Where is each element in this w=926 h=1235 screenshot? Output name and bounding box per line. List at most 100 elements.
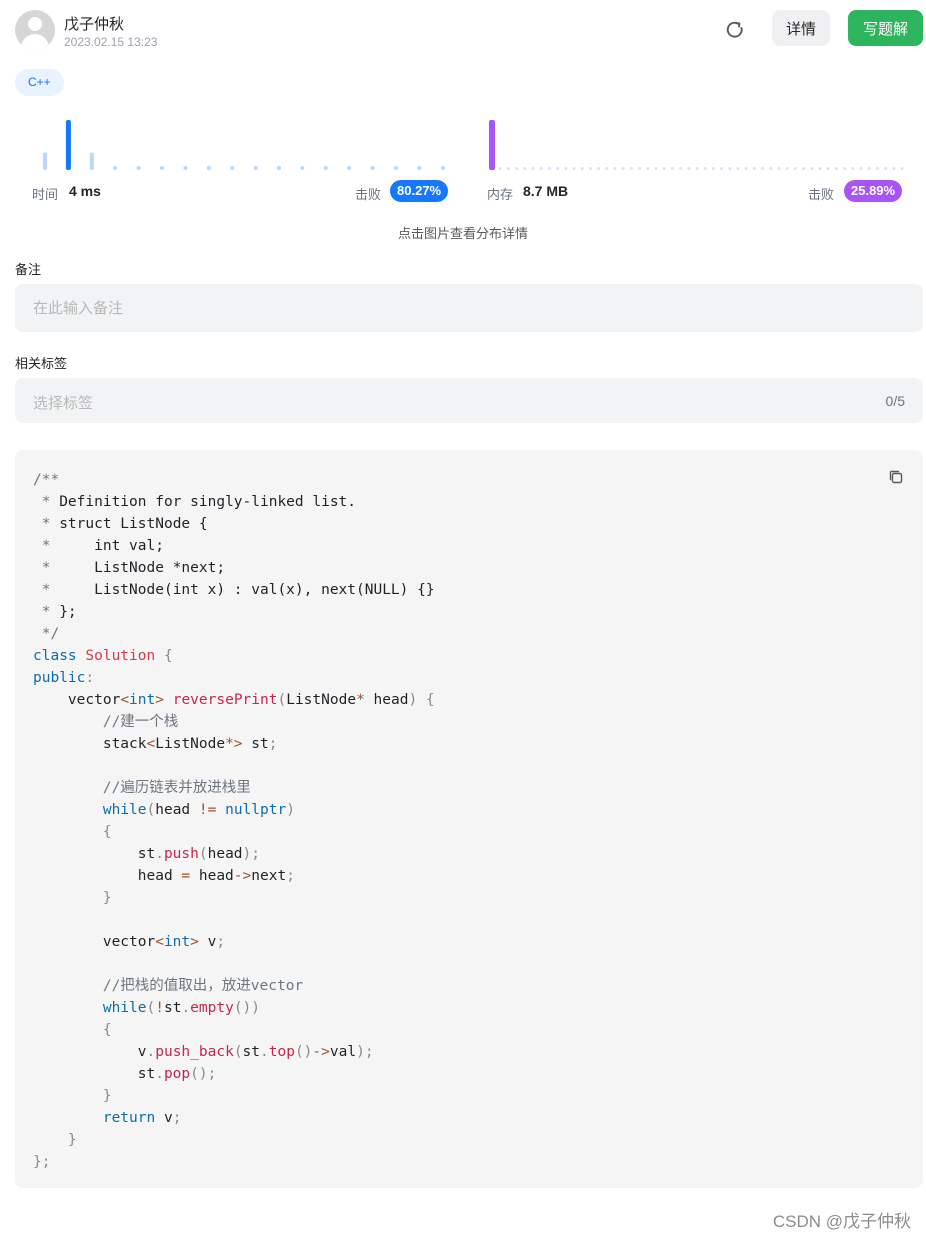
tag-select-placeholder: 选择标签 xyxy=(33,395,94,412)
memory-distribution-bar xyxy=(793,167,797,170)
memory-beat-label: 击败 xyxy=(808,187,835,202)
memory-distribution-bar xyxy=(744,167,748,170)
time-distribution-bar xyxy=(206,166,211,170)
refresh-button[interactable] xyxy=(723,18,747,42)
time-distribution-bar xyxy=(300,166,305,170)
memory-value: 8.7 MB xyxy=(523,183,569,199)
author-name[interactable]: 戊子仲秋 xyxy=(64,13,124,34)
time-distribution-bar xyxy=(394,166,398,170)
time-distribution-bar xyxy=(113,166,118,170)
time-distribution-bar xyxy=(89,152,94,170)
memory-distribution-bar xyxy=(687,167,691,170)
performance-distribution-chart[interactable]: 时间 4 ms 击败 80.27% 内存 8.7 MB 击败 25.89% xyxy=(15,105,908,215)
memory-distribution-bar xyxy=(728,167,732,170)
time-distribution-bar xyxy=(160,166,164,170)
time-distribution-bar xyxy=(230,166,235,170)
memory-distribution-bar xyxy=(867,167,871,170)
memory-distribution-bar xyxy=(605,167,609,170)
memory-distribution-bar xyxy=(769,167,773,170)
time-beat-badge: 80.27% xyxy=(390,180,449,202)
post-time: 2023.02.15 13:23 xyxy=(64,35,158,49)
copy-icon xyxy=(889,470,903,484)
memory-distribution-bar xyxy=(539,167,543,170)
memory-distribution-bar xyxy=(629,167,633,170)
memory-distribution-bar xyxy=(564,167,568,170)
memory-distribution-bar xyxy=(662,167,666,170)
memory-distribution-bar xyxy=(654,167,658,170)
memory-distribution-bar xyxy=(498,167,502,170)
memory-distribution-bar xyxy=(818,167,822,170)
time-beat-label: 击败 xyxy=(355,187,382,202)
memory-distribution-bar xyxy=(859,167,863,170)
copy-code-button[interactable] xyxy=(887,468,905,486)
memory-distribution-bar xyxy=(851,167,855,170)
tag-select[interactable]: 选择标签 0/5 xyxy=(15,378,923,423)
time-distribution-bar xyxy=(347,166,352,170)
chart-hint: 点击图片查看分布详情 xyxy=(397,226,528,241)
language-tag: C++ xyxy=(15,69,64,96)
time-distribution-bar xyxy=(253,166,258,170)
memory-distribution-bar xyxy=(679,167,683,170)
memory-distribution-bar xyxy=(547,167,551,170)
memory-beat-badge: 25.89% xyxy=(844,180,903,202)
memory-distribution-bar xyxy=(777,167,781,170)
memory-distribution-bar xyxy=(843,167,847,170)
time-distribution-bar xyxy=(43,152,47,170)
memory-distribution-bar xyxy=(711,167,715,170)
memory-distribution-bar xyxy=(720,167,724,170)
tags-label: 相关标签 xyxy=(15,356,68,371)
memory-distribution-bar xyxy=(580,167,584,170)
memory-distribution-bar xyxy=(875,167,879,170)
memory-distribution-bar xyxy=(572,167,576,170)
refresh-icon xyxy=(726,21,743,38)
memory-distribution-bar xyxy=(597,167,601,170)
memory-distribution-bar xyxy=(646,167,650,170)
memory-distribution-bar xyxy=(884,167,888,170)
code-content[interactable]: /** * Definition for singly-linked list.… xyxy=(33,469,435,1173)
memory-distribution-bar xyxy=(531,167,535,170)
memory-distribution-bar xyxy=(695,167,699,170)
note-label: 备注 xyxy=(15,262,42,277)
memory-distribution-bar xyxy=(556,167,560,170)
time-distribution-bar xyxy=(183,166,188,170)
csdn-watermark: CSDN @戊子仲秋 xyxy=(772,1212,911,1231)
time-distribution-bar xyxy=(417,166,422,170)
memory-distribution-bar xyxy=(621,167,625,170)
memory-distribution-bar xyxy=(752,167,756,170)
distribution-chart-svg xyxy=(43,120,904,170)
memory-distribution-bar xyxy=(826,167,830,170)
time-value: 4 ms xyxy=(69,183,101,199)
detail-button[interactable]: 详情 xyxy=(772,10,830,46)
write-solution-button[interactable]: 写题解 xyxy=(848,10,923,46)
time-distribution-bar xyxy=(323,166,328,170)
code-block: /** * Definition for singly-linked list.… xyxy=(15,450,923,1188)
tag-count: 0/5 xyxy=(885,393,905,409)
avatar[interactable] xyxy=(15,10,55,50)
memory-label: 内存 xyxy=(487,187,514,202)
memory-distribution-bar xyxy=(892,167,896,170)
memory-distribution-bar xyxy=(703,167,707,170)
avatar-body-shape xyxy=(21,34,49,50)
time-distribution-bar xyxy=(370,166,375,170)
note-input[interactable] xyxy=(15,284,923,332)
memory-distribution-bar xyxy=(670,167,674,170)
memory-distribution-bar xyxy=(515,167,519,170)
time-distribution-bar xyxy=(136,166,141,170)
time-label: 时间 xyxy=(32,187,59,202)
memory-distribution-bar xyxy=(638,167,642,170)
memory-distribution-bar xyxy=(613,167,617,170)
memory-distribution-bar xyxy=(761,167,765,170)
memory-distribution-bar xyxy=(506,167,510,170)
time-distribution-bar xyxy=(65,120,71,170)
memory-distribution-bar xyxy=(588,167,592,170)
memory-distribution-bar xyxy=(785,167,789,170)
memory-distribution-bar xyxy=(802,167,806,170)
time-distribution-bar xyxy=(277,166,281,170)
memory-distribution-bar xyxy=(489,120,495,170)
submission-header: 戊子仲秋 2023.02.15 13:23 详情 写题解 xyxy=(15,10,923,50)
memory-distribution-bar xyxy=(523,167,527,170)
memory-distribution-bar xyxy=(900,167,904,170)
memory-distribution-bar xyxy=(736,167,740,170)
memory-distribution-bar xyxy=(810,167,814,170)
memory-distribution-bar xyxy=(834,167,838,170)
